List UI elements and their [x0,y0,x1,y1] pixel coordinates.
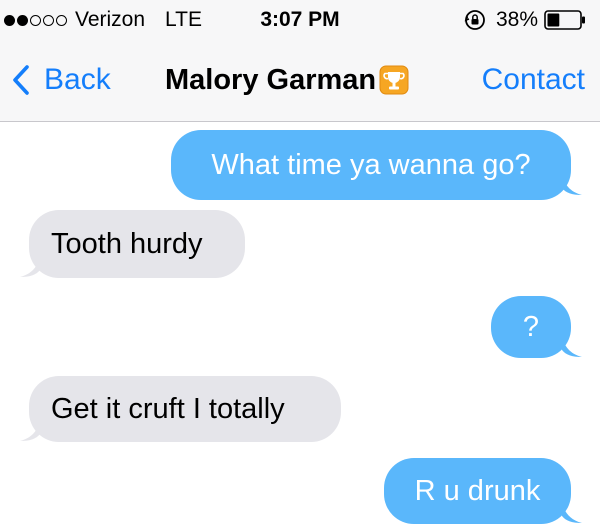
status-right: 38% [464,6,586,34]
navigation-bar: Back Malory Garman Contact [0,40,600,122]
message-bubble-sent[interactable]: ? [491,296,571,358]
message-text: R u drunk [414,475,541,507]
battery-icon [544,10,585,30]
message-text: ? [522,311,540,343]
message-bubble-received[interactable]: Tooth hurdy [29,210,245,278]
bubble-tail [562,174,582,195]
message-thread[interactable]: What time ya wanna go? Tooth hurdy ? Get… [0,122,600,531]
contact-name: Malory Garman [165,63,377,96]
message-text: Tooth hurdy [51,228,203,260]
back-button[interactable]: Back [12,60,111,100]
bubble-tail [20,256,40,277]
conversation-title: Malory Garman [165,60,409,100]
message-bubble-sent[interactable]: What time ya wanna go? [171,130,571,200]
contact-button[interactable]: Contact [482,60,585,100]
bubble-tail [562,336,582,357]
trophy-emoji-icon [379,65,409,95]
status-bar: Verizon LTE 3:07 PM 38% [0,0,600,40]
battery-percent: 38% [495,8,538,31]
message-text: Get it cruft I totally [51,393,285,425]
bubble-tail [562,502,582,523]
rotation-lock-icon [464,10,485,30]
back-button-label: Back [44,63,111,96]
message-text: What time ya wanna go? [211,149,531,181]
chevron-left-icon [13,65,29,95]
bubble-tail [20,420,40,441]
message-bubble-sent[interactable]: R u drunk [384,458,571,524]
message-bubble-received[interactable]: Get it cruft I totally [29,376,341,442]
